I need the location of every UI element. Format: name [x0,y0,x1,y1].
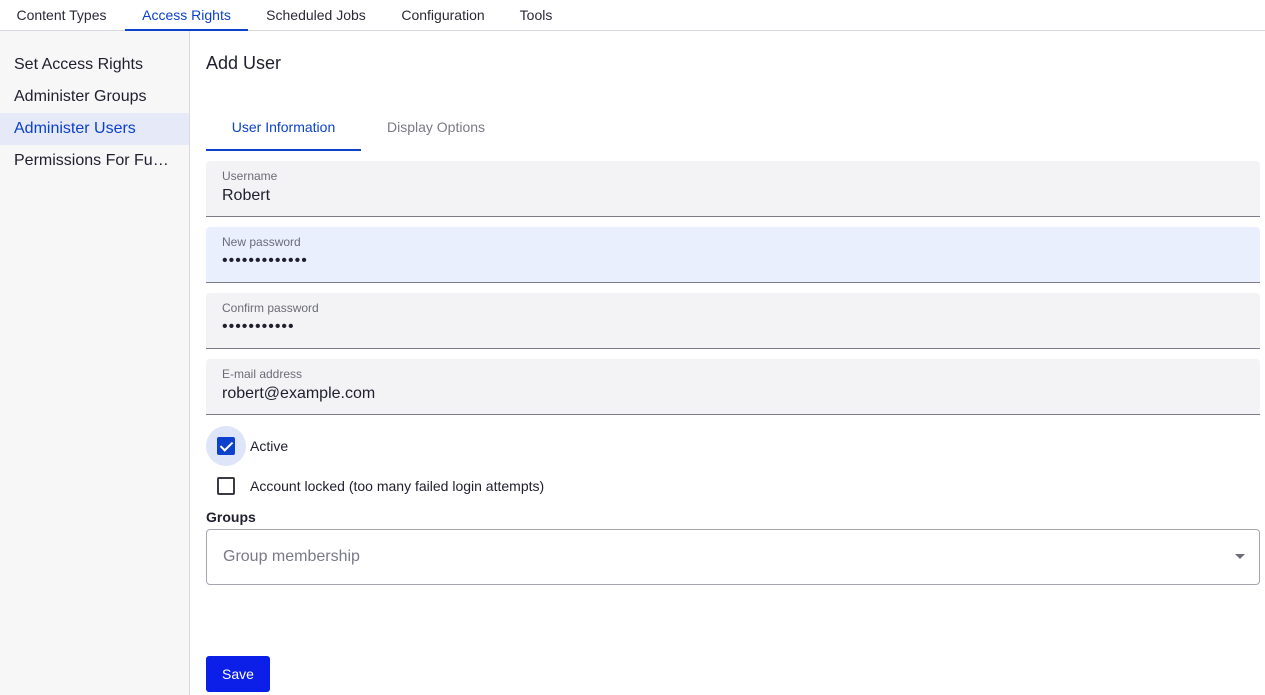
confirm-password-label: Confirm password [222,301,319,315]
tab-configuration[interactable]: Configuration [384,0,502,31]
account-locked-label: Account locked (too many failed login at… [250,478,545,494]
tab-user-information[interactable]: User Information [206,104,361,151]
username-value: Robert [222,187,271,204]
new-password-value: ••••••••••••• [222,252,308,269]
account-locked-checkbox[interactable] [217,477,235,495]
page-title: Add User [206,53,282,73]
group-membership-select[interactable]: Group membership [206,529,1260,585]
sidebar-item-administer-users[interactable]: Administer Users [0,113,189,145]
new-password-label: New password [222,235,301,249]
tab-tools[interactable]: Tools [506,0,566,31]
sidebar-item-administer-groups[interactable]: Administer Groups [0,81,189,113]
group-membership-placeholder: Group membership [223,548,360,565]
sidebar: Set Access Rights Administer Groups Admi… [0,31,190,695]
new-password-field[interactable]: New password ••••••••••••• [206,227,1260,283]
tab-access-rights[interactable]: Access Rights [125,0,248,31]
active-label: Active [250,438,289,454]
save-button[interactable]: Save [206,656,270,692]
email-label: E-mail address [222,367,303,381]
chevron-down-icon [1235,554,1245,559]
email-value: robert@example.com [222,385,376,402]
username-label: Username [222,169,278,183]
username-field[interactable]: Username Robert [206,161,1260,217]
sidebar-item-permissions-for-functions[interactable]: Permissions For Functions [0,145,189,177]
active-checkbox[interactable] [217,437,235,455]
tab-scheduled-jobs[interactable]: Scheduled Jobs [252,0,380,31]
top-navigation: Content Types Access Rights Scheduled Jo… [0,0,1265,31]
email-field[interactable]: E-mail address robert@example.com [206,359,1260,415]
confirm-password-value: ••••••••••• [222,318,295,335]
confirm-password-field[interactable]: Confirm password ••••••••••• [206,293,1260,349]
tab-display-options[interactable]: Display Options [361,104,511,151]
sidebar-item-set-access-rights[interactable]: Set Access Rights [0,49,189,81]
tab-content-types[interactable]: Content Types [0,0,123,31]
groups-heading: Groups [206,509,256,525]
